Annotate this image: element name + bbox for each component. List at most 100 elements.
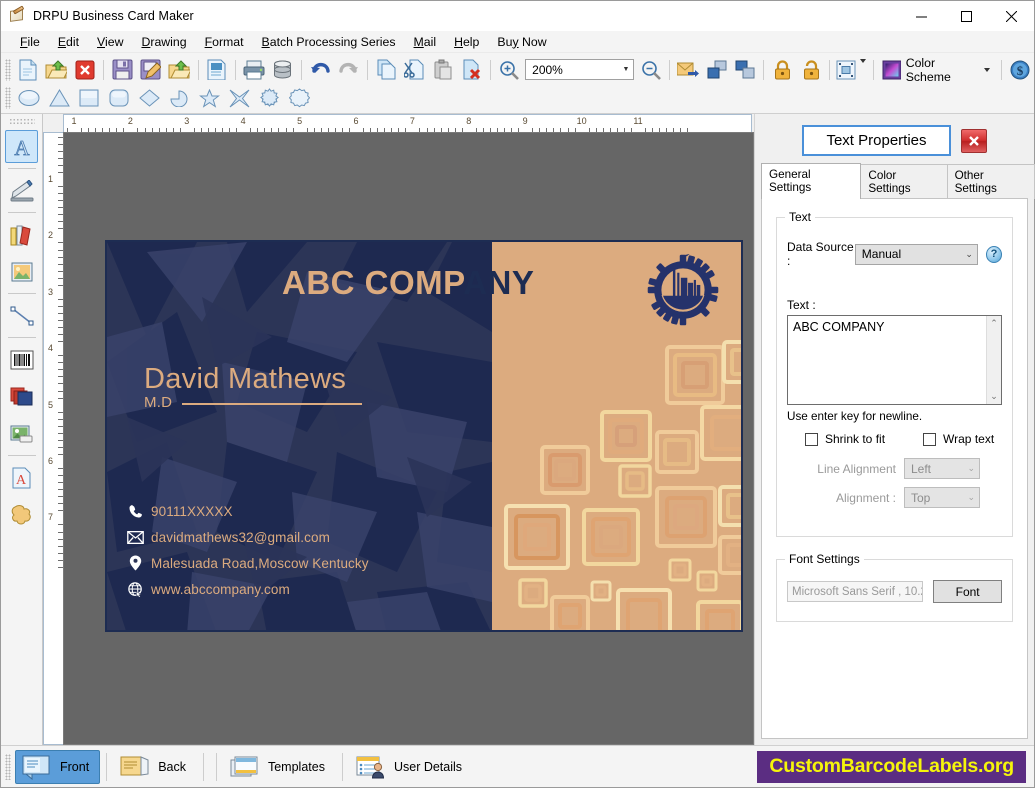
delete-icon[interactable] xyxy=(457,57,485,83)
menu-item-format[interactable]: Format xyxy=(196,33,253,51)
chevron-down-icon: ⌄ xyxy=(967,492,975,502)
ellipse-shape-icon[interactable] xyxy=(14,85,44,111)
pencil-tool[interactable] xyxy=(5,174,38,207)
templates-button[interactable]: Templates xyxy=(223,750,336,784)
lock-icon[interactable] xyxy=(768,57,796,83)
zoom-in-icon[interactable] xyxy=(495,57,523,83)
tab-color-settings[interactable]: Color Settings xyxy=(860,164,948,199)
new-document-icon[interactable] xyxy=(14,57,42,83)
layers-tool[interactable] xyxy=(5,380,38,413)
print-icon[interactable] xyxy=(240,57,268,83)
align-icon[interactable] xyxy=(834,57,857,83)
business-card[interactable]: David Mathews M.D 90111XXXXX davidmathew… xyxy=(105,240,743,632)
line-alignment-select[interactable]: Left ⌄ xyxy=(904,458,980,479)
picture-tool[interactable] xyxy=(5,417,38,450)
ruler-label: 11 xyxy=(633,116,643,126)
toolbar-grip[interactable] xyxy=(5,87,11,109)
undo-icon[interactable] xyxy=(306,57,334,83)
help-icon[interactable]: ? xyxy=(985,245,1002,263)
tab-other-settings[interactable]: Other Settings xyxy=(946,164,1035,199)
redo-icon[interactable] xyxy=(334,57,362,83)
star-shape-icon[interactable] xyxy=(194,85,224,111)
rectangle-shape-icon[interactable] xyxy=(74,85,104,111)
four-point-star-shape-icon[interactable] xyxy=(224,85,254,111)
diamond-shape-icon[interactable] xyxy=(134,85,164,111)
buy-now-icon[interactable]: $ xyxy=(1006,57,1034,83)
cut-icon[interactable] xyxy=(400,57,428,83)
books-tool[interactable] xyxy=(5,218,38,251)
chevron-down-icon[interactable]: ⌄ xyxy=(990,391,998,402)
back-view-button[interactable]: Back xyxy=(113,750,197,784)
toolbar-grip[interactable] xyxy=(8,118,35,125)
color-scheme-button[interactable]: Color Scheme xyxy=(878,56,997,84)
paste-icon[interactable] xyxy=(429,57,457,83)
save-as-icon[interactable] xyxy=(137,57,165,83)
svg-text:$: $ xyxy=(1017,63,1024,78)
save-icon[interactable] xyxy=(108,57,136,83)
brand-banner[interactable]: CustomBarcodeLabels.org xyxy=(757,750,1026,783)
ruler-label: 1 xyxy=(71,116,77,126)
text-scrollbar[interactable]: ⌃ ⌄ xyxy=(986,316,1001,404)
image-tool[interactable] xyxy=(5,255,38,288)
text-label: Text : xyxy=(787,298,816,312)
ruler-label: 1 xyxy=(48,174,54,184)
zoom-level-combo[interactable]: 200% ▼ xyxy=(525,59,635,80)
font-button[interactable]: Font xyxy=(933,580,1002,603)
user-details-button[interactable]: User Details xyxy=(349,750,473,784)
alignment-select[interactable]: Top ⌄ xyxy=(904,487,980,508)
card-person-block[interactable]: David Mathews M.D xyxy=(144,364,363,411)
maximize-button[interactable] xyxy=(944,1,989,31)
send-mail-icon[interactable] xyxy=(674,57,702,83)
open-folder-icon[interactable] xyxy=(42,57,70,83)
horizontal-ruler[interactable]: 1 2 3 4 5 6 7 8 9 10 11 xyxy=(63,114,752,132)
divider xyxy=(106,752,108,781)
bring-front-icon[interactable] xyxy=(702,57,730,83)
ruler-label: 4 xyxy=(48,343,54,354)
seal-shape-icon[interactable] xyxy=(284,85,314,111)
wrap-text-checkbox[interactable]: Wrap text xyxy=(923,432,994,446)
export-folder-icon[interactable] xyxy=(165,57,193,83)
close-document-icon[interactable] xyxy=(71,57,99,83)
barcode-tool[interactable] xyxy=(5,343,38,376)
divider xyxy=(7,293,36,294)
menu-item-buy-now[interactable]: Buy Now xyxy=(488,33,555,51)
send-back-icon[interactable] xyxy=(731,57,759,83)
text-input[interactable]: ABC COMPANY ⌃ ⌄ xyxy=(787,315,1002,405)
text-tool[interactable]: A xyxy=(5,130,38,163)
triangle-shape-icon[interactable] xyxy=(44,85,74,111)
menu-item-file[interactable]: File xyxy=(11,33,49,51)
card-company-title[interactable]: ABC COMPANY xyxy=(282,264,534,302)
close-button[interactable] xyxy=(989,1,1034,31)
chevron-up-icon[interactable]: ⌃ xyxy=(990,318,998,329)
unlock-icon[interactable] xyxy=(797,57,825,83)
rounded-rectangle-shape-icon[interactable] xyxy=(104,85,134,111)
database-icon[interactable] xyxy=(268,57,296,83)
burst-shape-icon[interactable] xyxy=(254,85,284,111)
zoom-out-icon[interactable] xyxy=(636,57,664,83)
vertical-ruler[interactable]: 1 2 3 4 5 6 7 xyxy=(43,132,63,745)
tab-general-settings[interactable]: General Settings xyxy=(761,163,862,199)
toolbar-grip[interactable] xyxy=(5,58,11,81)
menu-item-help[interactable]: Help xyxy=(445,33,488,51)
close-panel-button[interactable] xyxy=(960,128,987,153)
shrink-to-fit-checkbox[interactable]: Shrink to fit xyxy=(805,432,885,446)
watermark-tool[interactable]: A xyxy=(5,461,38,494)
minimize-button[interactable] xyxy=(899,1,944,31)
app-icon xyxy=(9,5,26,24)
design-canvas[interactable]: David Mathews M.D 90111XXXXX davidmathew… xyxy=(63,132,754,745)
data-source-select[interactable]: Manual ⌄ xyxy=(854,243,978,265)
menu-item-mail[interactable]: Mail xyxy=(405,33,446,51)
menu-item-view[interactable]: View xyxy=(88,33,132,51)
toolbar-separator xyxy=(873,59,874,80)
report-icon[interactable] xyxy=(202,57,230,83)
toolbar-grip[interactable] xyxy=(5,753,11,780)
align-dropdown-arrow[interactable] xyxy=(857,58,869,77)
pie-shape-icon[interactable] xyxy=(164,85,194,111)
copy-icon[interactable] xyxy=(372,57,400,83)
front-view-button[interactable]: Front xyxy=(15,749,101,784)
menu-item-batch-processing-series[interactable]: Batch Processing Series xyxy=(253,33,405,51)
line-tool[interactable] xyxy=(5,299,38,332)
menu-item-edit[interactable]: Edit xyxy=(49,33,88,51)
menu-item-drawing[interactable]: Drawing xyxy=(132,33,195,51)
shape-tool[interactable] xyxy=(5,498,38,531)
